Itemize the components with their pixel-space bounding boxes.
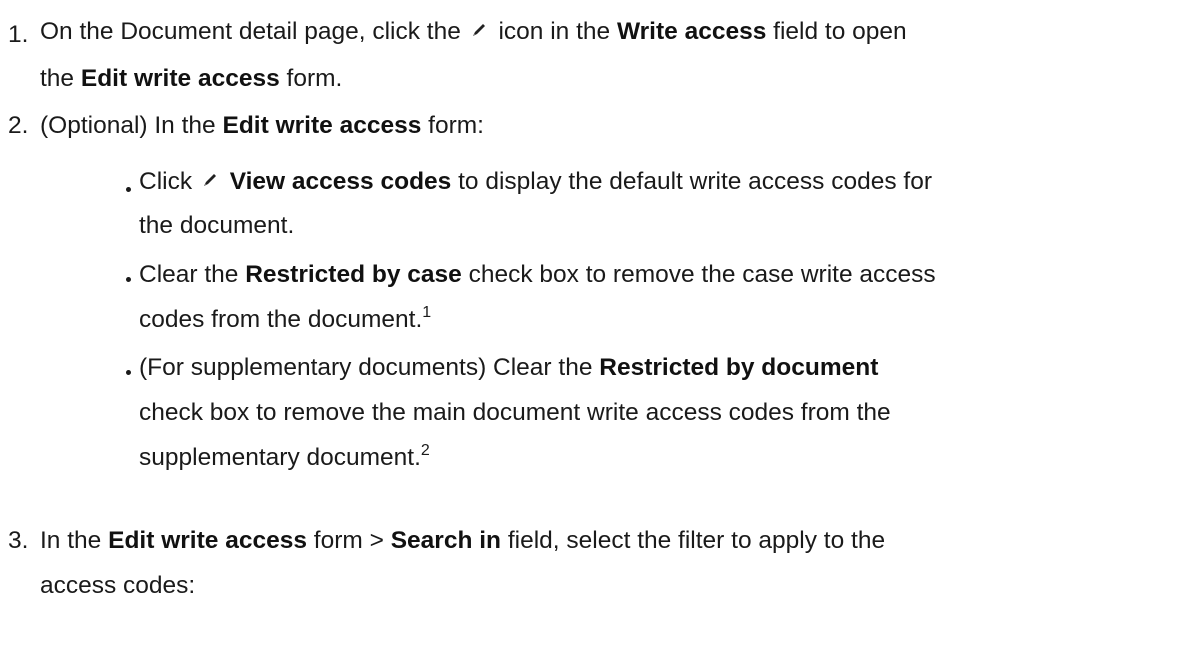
text: codes from the document.	[139, 306, 423, 333]
text: field to open	[773, 18, 907, 45]
text: On the Document detail page, click the	[40, 18, 461, 45]
form-name: Edit write access	[80, 65, 280, 92]
bullet-2-line-2: codes from the document.1	[139, 305, 431, 335]
bullet-1-line-2: the document.	[139, 211, 294, 241]
text: form:	[428, 112, 484, 139]
step-number: 2.	[8, 112, 29, 139]
text: form.	[286, 65, 343, 92]
bullet-icon	[126, 187, 131, 192]
text: access codes:	[40, 572, 196, 599]
checkbox-name: Restricted by case	[245, 261, 462, 288]
bullet-1-line-1: Click View access codes to display the d…	[139, 167, 932, 197]
footnote-ref: 2	[420, 442, 430, 459]
text: check box to remove the main document wr…	[139, 399, 891, 426]
pencil-icon	[472, 24, 485, 36]
text: field, select the filter to apply to the	[507, 527, 886, 554]
bullet-2-line-1: Clear the Restricted by case check box t…	[139, 260, 936, 290]
step-1-line-1: On the Document detail page, click the i…	[40, 17, 907, 47]
step-3-line-2: access codes:	[40, 571, 195, 601]
text: (Optional) In the	[40, 112, 216, 139]
bullet-3-line-1: (For supplementary documents) Clear the …	[139, 353, 878, 383]
field-name: Search in	[390, 527, 502, 554]
bullet-3-line-2: check box to remove the main document wr…	[139, 398, 891, 428]
step-2-line-1: (Optional) In the Edit write access form…	[40, 111, 484, 141]
form-name: Edit write access	[222, 112, 422, 139]
text: icon in the	[498, 18, 611, 45]
bullet-icon	[126, 277, 131, 282]
footnote-ref: 1	[422, 304, 432, 321]
bullet-icon	[126, 370, 131, 375]
step-1-line-2: the Edit write access form.	[40, 64, 342, 94]
text: check box to remove the case write acces…	[468, 261, 936, 288]
form-name: Edit write access	[108, 527, 307, 554]
text: In the	[40, 527, 102, 554]
text: the document.	[139, 212, 295, 239]
step-number: 1.	[8, 21, 29, 48]
pencil-icon	[203, 174, 216, 186]
text: Click	[139, 168, 193, 195]
link-label: View access codes	[229, 168, 452, 195]
step-3-line-1: In the Edit write access form > Search i…	[40, 526, 885, 556]
text: (For supplementary documents) Clear the	[139, 354, 593, 381]
text: the	[40, 65, 75, 92]
text: supplementary document.	[139, 444, 421, 471]
document-body: 1. On the Document detail page, click th…	[0, 0, 1195, 662]
text: to display the default write access code…	[458, 168, 933, 195]
field-name: Write access	[616, 18, 767, 45]
text: form >	[313, 527, 384, 554]
checkbox-name: Restricted by document	[599, 354, 879, 381]
step-number: 3.	[8, 527, 29, 554]
text: Clear the	[139, 261, 239, 288]
bullet-3-line-3: supplementary document.2	[139, 443, 430, 473]
